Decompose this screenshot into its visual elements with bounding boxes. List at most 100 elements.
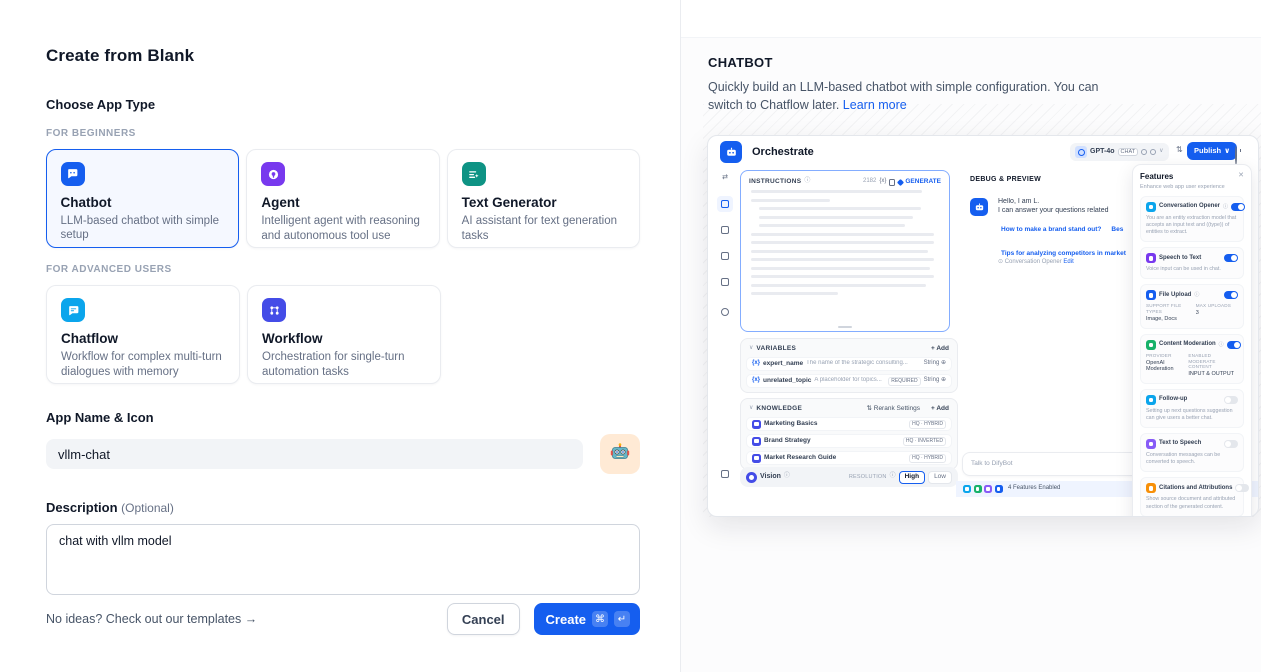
app-type-card-chatflow[interactable]: Chatflow Workflow for complex multi-turn… — [46, 285, 240, 384]
rail-swap-icon: ⇄ — [717, 170, 733, 186]
chevron-down-icon: ∨ — [1224, 146, 1230, 155]
variables-panel: ∨ VARIABLES + Add {x} expert_name The na… — [740, 338, 958, 393]
knowledge-row: Marketing Basics HQ · HYBRID — [746, 417, 952, 431]
generate-button: GENERATE — [898, 178, 941, 186]
robot-emoji-icon — [608, 442, 632, 466]
choose-app-type-label: Choose App Type — [46, 97, 640, 112]
cancel-button[interactable]: Cancel — [447, 603, 520, 635]
knowledge-label: KNOWLEDGE — [756, 405, 802, 413]
agent-icon — [261, 162, 285, 186]
page-title: Create from Blank — [46, 46, 640, 66]
retrieval-badge: HQ · INVERTED — [903, 437, 946, 446]
debug-preview-label: DEBUG & PREVIEW — [970, 176, 1041, 185]
chatbot-icon — [61, 162, 85, 186]
mic-icon — [1141, 149, 1147, 155]
app-type-card-workflow[interactable]: Workflow Orchestration for single-turn a… — [247, 285, 441, 384]
microphone-icon — [1146, 253, 1156, 263]
toggle-on — [1224, 291, 1238, 299]
feature-conversation-opener: Conversation Opener ⓘ You are an entity … — [1140, 196, 1244, 242]
feature-speech-to-text: Speech to Text Voice input can be used i… — [1140, 247, 1244, 279]
arrow-right-icon: → — [245, 612, 258, 626]
toggle-on — [1227, 341, 1241, 349]
description-textarea[interactable]: chat with vllm model — [46, 524, 640, 595]
rail-help-icon — [717, 304, 733, 320]
app-type-card-chatbot[interactable]: Chatbot LLM-based chatbot with simple se… — [46, 149, 239, 248]
chevron-down-icon: ∨ — [749, 345, 753, 353]
required-badge: REQUIRED — [888, 377, 920, 386]
variable-icon: {x} — [752, 377, 760, 385]
token-count: 2182 — [863, 178, 876, 186]
speaker-icon — [1146, 439, 1156, 449]
chevron-down-icon: ∨ — [749, 405, 753, 413]
toggle-off — [1224, 440, 1238, 448]
rail-orchestrate-icon — [717, 196, 733, 212]
app-type-card-text-generator[interactable]: Text Generator AI assistant for text gen… — [447, 149, 640, 248]
dify-app-icon — [720, 141, 742, 163]
info-icon: ⓘ — [804, 178, 810, 186]
file-upload-mini-icon — [995, 485, 1003, 493]
app-type-desc: Intelligent agent with reasoning and aut… — [261, 214, 424, 244]
bot-avatar — [970, 198, 988, 216]
top-strip — [681, 0, 1261, 38]
suggested-question: Tips for analyzing competitors in market — [1001, 241, 1134, 261]
add-variable-button: + Add — [931, 345, 949, 353]
rail-document-icon — [717, 248, 733, 264]
opener-icon: ⊙ — [998, 259, 1003, 265]
suggested-question: How to make a brand stand out? Bes — [1001, 226, 1134, 234]
resize-handle — [838, 326, 852, 328]
features-subtitle: Enhance web app user experience — [1140, 184, 1225, 191]
beginner-app-type-cards: Chatbot LLM-based chatbot with simple se… — [46, 149, 640, 248]
chatbot-preview-screenshot: Orchestrate GPT-4o CHAT ∨ ⇅ Publish∨ ⇄ — [707, 135, 1259, 517]
create-app-dialog: Create from Blank Choose App Type FOR BE… — [0, 0, 1261, 672]
info-icon: ⓘ — [1223, 204, 1228, 210]
folder-icon — [1146, 290, 1156, 300]
app-type-preview-panel: CHATBOT Quickly build an LLM-based chatb… — [680, 0, 1261, 672]
bot-greeting: Hello, I am L. I can answer your questio… — [998, 198, 1134, 216]
enter-key-icon: ↵ — [614, 611, 630, 627]
variables-label: VARIABLES — [756, 345, 796, 353]
description-label: Description (Optional) — [46, 500, 640, 515]
chat-bubble-icon — [1146, 202, 1156, 212]
for-beginners-label: FOR BEGINNERS — [46, 128, 640, 139]
app-name-input[interactable] — [46, 439, 583, 469]
feature-content-moderation: Content Moderation ⓘ PROVIDEROpenAI Mode… — [1140, 334, 1244, 384]
create-button[interactable]: Create ⌘ ↵ — [534, 603, 640, 635]
app-icon-picker[interactable] — [600, 434, 640, 474]
toggle-off — [1224, 396, 1238, 404]
add-knowledge-button: + Add — [931, 405, 949, 413]
dataset-icon — [752, 420, 761, 429]
preview-heading: CHATBOT — [708, 55, 1233, 70]
chatflow-icon — [61, 298, 85, 322]
app-type-name: Text Generator — [462, 195, 625, 210]
vision-setting-row: Vision ⓘ RESOLUTION ⓘ High Low — [740, 467, 958, 487]
conversation-opener-row: ⊙ Conversation Opener Edit — [998, 259, 1074, 267]
app-type-desc: Orchestration for single-turn automation… — [262, 350, 426, 380]
features-enabled-count: 4 Features Enabled — [1008, 485, 1060, 493]
app-name-label: App Name & Icon — [46, 410, 640, 425]
model-name: GPT-4o — [1090, 148, 1115, 157]
moderation-mini-icon — [974, 485, 982, 493]
citation-icon — [1146, 483, 1156, 493]
check-templates-link[interactable]: No ideas? Check out our templates → — [46, 612, 257, 626]
conversation-opener-mini-icon — [963, 485, 971, 493]
toggle-on — [1231, 203, 1245, 211]
orchestrate-title: Orchestrate — [752, 146, 814, 160]
knowledge-panel: ∨ KNOWLEDGE ⇅ Rerank Settings + Add Mark… — [740, 398, 958, 470]
model-mode-badge: CHAT — [1118, 148, 1139, 156]
model-settings-icon: ⇅ — [1176, 145, 1183, 155]
retrieval-badge: HQ · HYBRID — [909, 420, 946, 429]
dataset-icon — [752, 454, 761, 463]
edit-link: Edit — [1063, 259, 1073, 265]
rerank-settings-button: ⇅ Rerank Settings — [867, 405, 921, 413]
vision-icon — [746, 472, 757, 483]
app-type-card-agent[interactable]: Agent Intelligent agent with reasoning a… — [246, 149, 439, 248]
knowledge-row: Brand Strategy HQ · INVERTED — [746, 434, 952, 448]
info-icon: ⓘ — [1194, 292, 1199, 298]
publish-button: Publish∨ — [1187, 142, 1237, 160]
rail-image-icon — [717, 222, 733, 238]
chevron-down-icon: ∨ — [1159, 148, 1163, 156]
app-type-name: Agent — [261, 195, 424, 210]
retrieval-badge: HQ · HYBRID — [909, 454, 946, 463]
rail-collapse-icon — [717, 466, 733, 482]
resolution-high-chip: High — [899, 471, 925, 484]
